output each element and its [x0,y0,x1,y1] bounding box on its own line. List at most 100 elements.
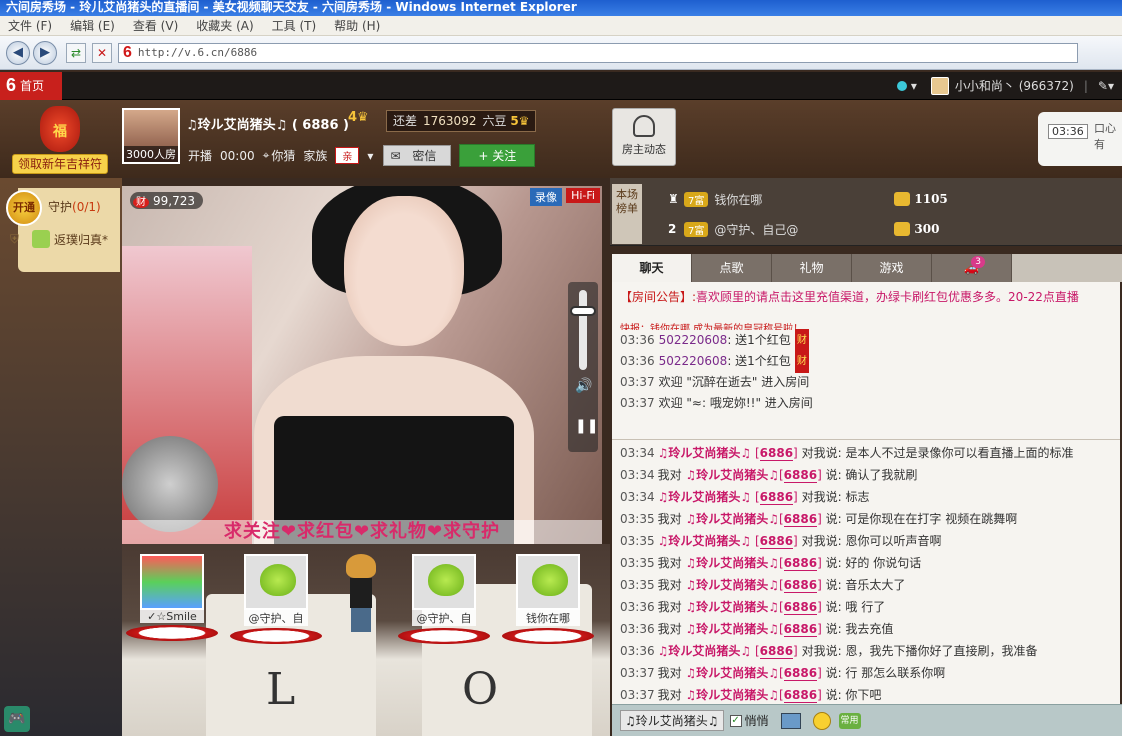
msg-time: 03:37 [620,688,655,702]
room-id-link[interactable]: 6886 [783,578,818,593]
room-id-link[interactable]: 6886 [783,622,818,637]
level-gap-box: 还差 1763092 六豆 5♛ [386,110,537,132]
msg-user[interactable]: 502220608 [659,330,728,351]
msg-recipient[interactable]: ♫玲ル艾尚猪头♫ [685,622,779,636]
follow-button[interactable]: + 关注 [459,144,536,167]
user-avatar[interactable] [930,76,949,95]
menu-favorites[interactable]: 收藏夹 (A) [196,17,253,34]
menu-edit[interactable]: 编辑 (E) [70,17,115,34]
clock-widget[interactable]: 03:36 口心有 [1038,112,1122,166]
chat-target-select[interactable]: ♫玲ル艾尚猪头♫ [620,710,724,731]
hifi-badge[interactable]: Hi-Fi [566,188,600,203]
msg-text: 欢迎 "沉醉在逝去" 进入房间 [658,375,810,389]
open-guard-button[interactable]: 开通 [6,190,42,226]
room-id-link[interactable]: 6886 [783,666,818,681]
user-name[interactable]: 小小和尚丶 (966372) [955,77,1074,94]
pause-icon[interactable]: ❚❚ [575,418,598,434]
seat-name: @守护、自 [412,610,476,626]
msg-recipient[interactable]: ♫玲ル艾尚猪头♫ [685,578,779,592]
chevron-down-icon[interactable]: ▾ [911,79,917,93]
newyear-charm-button[interactable]: 领取新年吉祥符 [12,154,108,174]
private-message-button[interactable]: ✉ 密信 [383,145,452,166]
msg-recipient[interactable]: ♫玲ル艾尚猪头♫ [685,688,779,702]
family-badge[interactable]: 亲 [335,147,360,164]
rank-row[interactable]: 2 7富 @守护、自己@ 300 [668,218,939,240]
stop-button[interactable]: ✕ [92,42,112,63]
room-id-link[interactable]: 6886 [759,644,794,659]
seat-1[interactable]: ✓☆Smile [126,554,218,641]
refresh-button[interactable]: ⇄ [66,42,86,63]
image-icon[interactable] [780,712,801,729]
room-id-link[interactable]: 6886 [783,556,818,571]
host-dynamics-button[interactable]: 房主动态 [612,108,676,166]
back-button[interactable]: ◀ [6,40,30,65]
user-area: ▾ 小小和尚丶 (966372) | ✎▾ [896,76,1122,95]
room-id-link[interactable]: 6886 [783,688,818,703]
seat-area: L O ✓☆Smile @守护、自 @守护、自 钱你在哪 [122,544,610,736]
menu-file[interactable]: 文件 (F) [8,17,52,34]
msg-sender[interactable]: ♫玲ル艾尚猪头♫ [658,446,752,460]
msg-text: 说: 我去充值 [825,622,894,636]
msg-recipient[interactable]: ♫玲ル艾尚猪头♫ [685,468,779,482]
gamepad-icon[interactable]: 🎮 [4,706,30,732]
msg-sender[interactable]: ♫玲ル艾尚猪头♫ [658,534,752,548]
msg-sender[interactable]: ♫玲ル艾尚猪头♫ [658,490,752,504]
msg-recipient[interactable]: ♫玲ル艾尚猪头♫ [685,556,779,570]
whisper-checkbox[interactable]: ✓ [729,714,742,727]
forward-button[interactable]: ▶ [33,40,57,65]
guard-member[interactable]: ⛨ 返璞归真* [10,230,108,248]
speaker-icon[interactable]: 🔊 [575,378,592,394]
record-badge[interactable]: 录像 [530,188,562,206]
lucky-bag-icon[interactable]: 福 [40,106,80,152]
msg-sender: 我对 [657,600,682,614]
tab-songs[interactable]: 点歌 [692,254,772,282]
tab-gifts[interactable]: 礼物 [772,254,852,282]
host-photo[interactable]: 3000人房 [122,108,180,164]
msg-text: 说: 好的 你说句话 [825,556,922,570]
msg-sender[interactable]: ♫玲ル艾尚猪头♫ [658,644,752,658]
status-dot-icon[interactable] [896,80,907,91]
msg-text: : 送1个红包 [727,333,791,347]
cartoon-avatar[interactable] [344,554,378,634]
common-phrases-icon[interactable]: 常用 [838,712,861,729]
msg-recipient[interactable]: ♫玲ル艾尚猪头♫ [685,600,779,614]
car-count-badge: 3 [971,256,985,268]
menu-bar: 文件 (F) 编辑 (E) 查看 (V) 收藏夹 (A) 工具 (T) 帮助 (… [0,16,1122,36]
seat-name: 钱你在哪 [516,610,580,626]
room-id-link[interactable]: 6886 [783,468,818,483]
tab-chat[interactable]: 聊天 [612,254,692,282]
msg-time: 03:36 [620,333,655,347]
msg-direction: 对我说 [801,534,838,548]
tab-games[interactable]: 游戏 [852,254,932,282]
home-label: 首页 [20,79,45,93]
menu-help[interactable]: 帮助 (H) [334,17,380,34]
seat-2[interactable]: @守护、自 [230,554,322,644]
rank-row[interactable]: ♜ 7富 钱你在哪 1105 [668,188,948,210]
msg-user[interactable]: 502220608 [659,351,728,372]
msg-recipient[interactable]: ♫玲ル艾尚猪头♫ [685,512,779,526]
room-id-link[interactable]: 6886 [759,446,794,461]
tab-car[interactable]: 🚗 3 [932,254,1012,282]
msg-time: 03:35 [620,512,655,526]
volume-control[interactable]: 🔊 ❚❚ [568,282,598,452]
menu-tools[interactable]: 工具 (T) [272,17,317,34]
host-level: 4 [348,110,358,125]
room-id-link[interactable]: 6886 [759,490,794,505]
smiley-icon[interactable] [812,711,831,730]
room-notice[interactable]: 【房间公告】:喜欢顾里的请点击这里充值渠道，办绿卡刷红包优惠多多。20-22点直… [612,282,1120,316]
edit-icon[interactable]: ✎▾ [1098,79,1114,93]
room-id-link[interactable]: 6886 [759,534,794,549]
chevron-down-icon[interactable]: ▾ [367,149,373,163]
url-field[interactable]: 6 http://v.6.cn/6886 [118,42,1078,63]
ranking-tag[interactable]: 本场榜单 [612,184,642,244]
room-id-link[interactable]: 6886 [783,600,818,615]
seat-4[interactable]: 钱你在哪 [502,554,594,644]
guard-count: (0/1) [72,200,101,214]
video-player[interactable]: 财 99,723 录像 Hi-Fi 🔊 ❚❚ 求关注❤求红包❤求礼物❤求守护 [122,186,602,544]
volume-knob[interactable] [570,306,596,316]
home-button[interactable]: 6 首页 [0,71,62,100]
seat-3[interactable]: @守护、自 [398,554,490,644]
msg-recipient[interactable]: ♫玲ル艾尚猪头♫ [685,666,779,680]
room-id-link[interactable]: 6886 [783,512,818,527]
menu-view[interactable]: 查看 (V) [133,17,178,34]
